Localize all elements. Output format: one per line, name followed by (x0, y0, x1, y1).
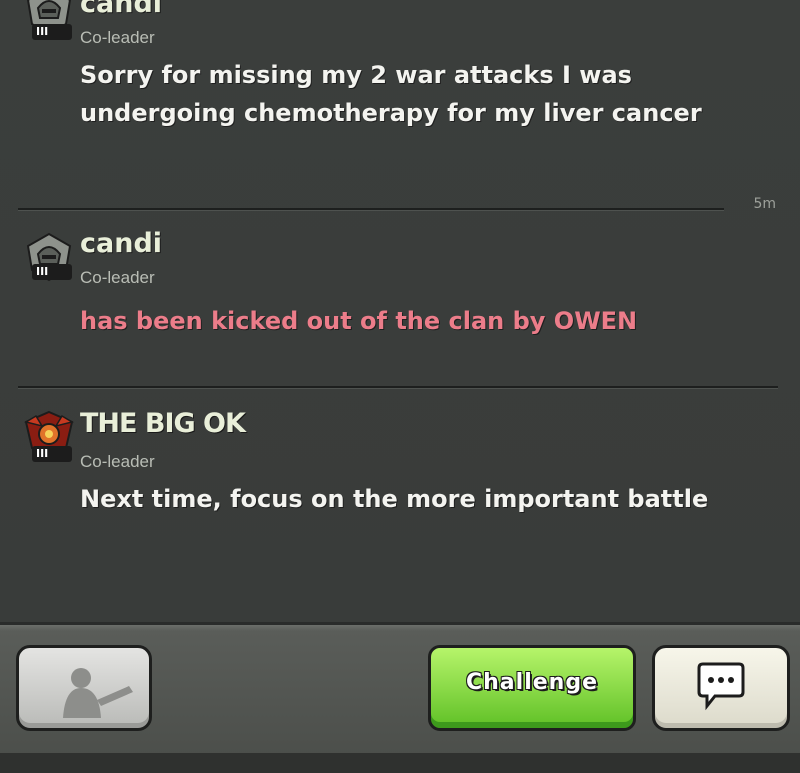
chat-bottom-bar: Challenge (0, 622, 800, 773)
league-badge: III (32, 24, 72, 40)
sender-name: THE BIG OK (80, 408, 246, 439)
league-badge: III (32, 264, 72, 280)
sender-role: Co-leader (80, 28, 155, 47)
challenge-button[interactable]: Challenge (428, 645, 636, 731)
troop-request-button[interactable] (16, 645, 152, 731)
sender-role: Co-leader (80, 452, 155, 471)
chat-bubble-icon (697, 662, 745, 711)
barbarian-silhouette-icon (63, 668, 133, 718)
sender-role: Co-leader (80, 268, 155, 287)
message-text: Next time, focus on the more important b… (80, 485, 709, 513)
clan-chat-panel: III candi Co-leader Sorry for missing my… (0, 0, 800, 622)
system-kick-text: has been kicked out of the clan by OWEN (80, 307, 638, 335)
message-divider (18, 386, 778, 389)
league-badge: III (32, 446, 72, 462)
message-divider (18, 208, 724, 211)
sender-name: candi (80, 0, 163, 19)
challenge-label: Challenge (466, 670, 598, 695)
message-timestamp: 5m (753, 196, 776, 212)
chat-input-button[interactable] (652, 645, 790, 731)
message-text: Sorry for missing my 2 war attacks I was… (80, 61, 702, 127)
sender-name: candi (80, 228, 163, 259)
bottom-strip (0, 753, 800, 773)
